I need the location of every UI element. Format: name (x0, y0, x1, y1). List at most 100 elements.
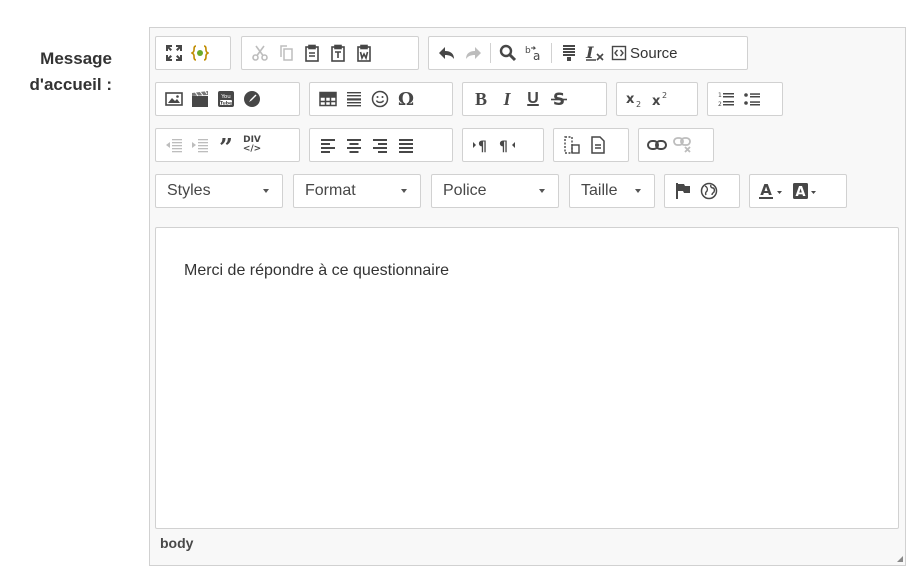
svg-text:A: A (760, 182, 772, 199)
size-dropdown[interactable]: Taille (569, 174, 655, 208)
anchor-flag-icon[interactable] (670, 178, 696, 204)
align-right-icon[interactable] (367, 132, 393, 158)
show-blocks-icon[interactable] (187, 40, 213, 66)
format-dropdown-label: Format (305, 182, 356, 199)
paste-text-icon[interactable] (325, 40, 351, 66)
numbered-list-icon[interactable]: 12 (713, 86, 739, 112)
bulleted-list-icon[interactable] (739, 86, 765, 112)
toolbar-group-view (155, 36, 231, 70)
format-dropdown[interactable]: Format (293, 174, 421, 208)
size-dropdown-label: Taille (581, 182, 618, 199)
svg-text:¶: ¶ (499, 139, 508, 154)
toolbar-group-bidi: ¶ ¶ (462, 128, 544, 162)
toolbar-separator (551, 43, 552, 63)
chevron-down-icon (263, 189, 269, 193)
toolbar-group-clipboard (241, 36, 419, 70)
toolbar-group-align (309, 128, 453, 162)
subscript-icon[interactable]: x2 (622, 86, 648, 112)
undo-icon[interactable] (434, 40, 460, 66)
flash-icon[interactable] (187, 86, 213, 112)
cut-icon[interactable] (247, 40, 273, 66)
rtl-icon[interactable]: ¶ (494, 132, 520, 158)
background-color-icon[interactable]: A (789, 178, 823, 204)
templates-icon[interactable] (559, 132, 585, 158)
strike-icon[interactable]: S (546, 86, 572, 112)
svg-text:A: A (795, 185, 805, 200)
paste-icon[interactable] (299, 40, 325, 66)
align-left-icon[interactable] (315, 132, 341, 158)
unlink-icon[interactable] (670, 132, 696, 158)
svg-text:¶: ¶ (478, 139, 487, 154)
align-center-icon[interactable] (341, 132, 367, 158)
link-icon[interactable] (644, 132, 670, 158)
font-dropdown-label: Police (443, 182, 487, 199)
replace-icon[interactable]: ba (521, 40, 547, 66)
redo-icon[interactable] (460, 40, 486, 66)
remove-format-icon[interactable]: I (582, 40, 608, 66)
svg-text:2: 2 (718, 101, 722, 108)
new-page-icon[interactable] (585, 132, 611, 158)
horizontal-rule-icon[interactable] (341, 86, 367, 112)
language-globe-icon[interactable] (696, 178, 722, 204)
editor-content-text: Merci de répondre à ce questionnaire (184, 262, 450, 279)
field-label-line2: d'accueil : (29, 75, 112, 94)
rich-text-editor: ba I Source You Tube Ω B I U S x 2 x 2 1… (149, 27, 906, 566)
font-dropdown[interactable]: Police (431, 174, 559, 208)
copy-icon[interactable] (273, 40, 299, 66)
svg-text:You: You (220, 94, 230, 100)
toolbar-group-document (553, 128, 629, 162)
styles-dropdown[interactable]: Styles (155, 174, 283, 208)
field-label-line1: Message (40, 49, 112, 68)
svg-text:1: 1 (718, 92, 722, 99)
source-icon (611, 45, 627, 61)
outdent-icon[interactable] (161, 132, 187, 158)
toolbar-group-basicstyles: B I U S (462, 82, 607, 116)
find-icon[interactable] (495, 40, 521, 66)
chevron-down-icon (539, 189, 545, 193)
toolbar-group-colors: A A (749, 174, 847, 208)
maximize-icon[interactable] (161, 40, 187, 66)
source-label: Source (630, 44, 678, 62)
svg-text:x: x (626, 92, 635, 107)
svg-text:Ω: Ω (398, 90, 414, 108)
resize-grip-icon[interactable] (897, 556, 903, 562)
image-icon[interactable] (161, 86, 187, 112)
paste-word-icon[interactable] (351, 40, 377, 66)
div-container-icon[interactable]: DIV </> (239, 132, 265, 158)
underline-icon[interactable]: U (520, 86, 546, 112)
youtube-icon[interactable]: You Tube (213, 86, 239, 112)
toolbar-group-anchor (664, 174, 740, 208)
toolbar-group-script: x2 x2 (616, 82, 698, 116)
div-label-bottom: </> (242, 144, 262, 154)
field-label: Message d'accueil : (0, 46, 112, 98)
svg-text:x: x (652, 94, 661, 108)
indent-icon[interactable] (187, 132, 213, 158)
toolbar-group-lists: 12 (707, 82, 783, 116)
svg-text:2: 2 (636, 100, 641, 108)
svg-text:Tube: Tube (220, 100, 232, 106)
svg-text:2: 2 (662, 91, 667, 100)
blockquote-icon[interactable]: ” (213, 132, 239, 158)
toolbar-group-links (638, 128, 714, 162)
chevron-down-icon (635, 189, 641, 193)
smiley-icon[interactable] (367, 86, 393, 112)
underline-letter: U (527, 90, 539, 107)
toolbar-group-insert: Ω (309, 82, 453, 116)
table-icon[interactable] (315, 86, 341, 112)
justify-icon[interactable] (393, 132, 419, 158)
svg-text:”: ” (219, 136, 233, 154)
editor-content-area[interactable]: Merci de répondre à ce questionnaire (155, 227, 899, 529)
toolbar-separator (490, 43, 491, 63)
special-char-icon[interactable]: Ω (393, 86, 419, 112)
ltr-icon[interactable]: ¶ (468, 132, 494, 158)
bold-icon[interactable]: B (468, 86, 494, 112)
chevron-down-icon (401, 189, 407, 193)
toolbar-group-insert-media: You Tube (155, 82, 300, 116)
italic-icon[interactable]: I (494, 86, 520, 112)
element-path-statusbar[interactable]: body (160, 535, 193, 551)
select-all-icon[interactable] (556, 40, 582, 66)
text-color-icon[interactable]: A (755, 178, 789, 204)
source-button[interactable]: Source (608, 40, 681, 66)
iframe-icon[interactable] (239, 86, 265, 112)
superscript-icon[interactable]: x2 (648, 86, 674, 112)
